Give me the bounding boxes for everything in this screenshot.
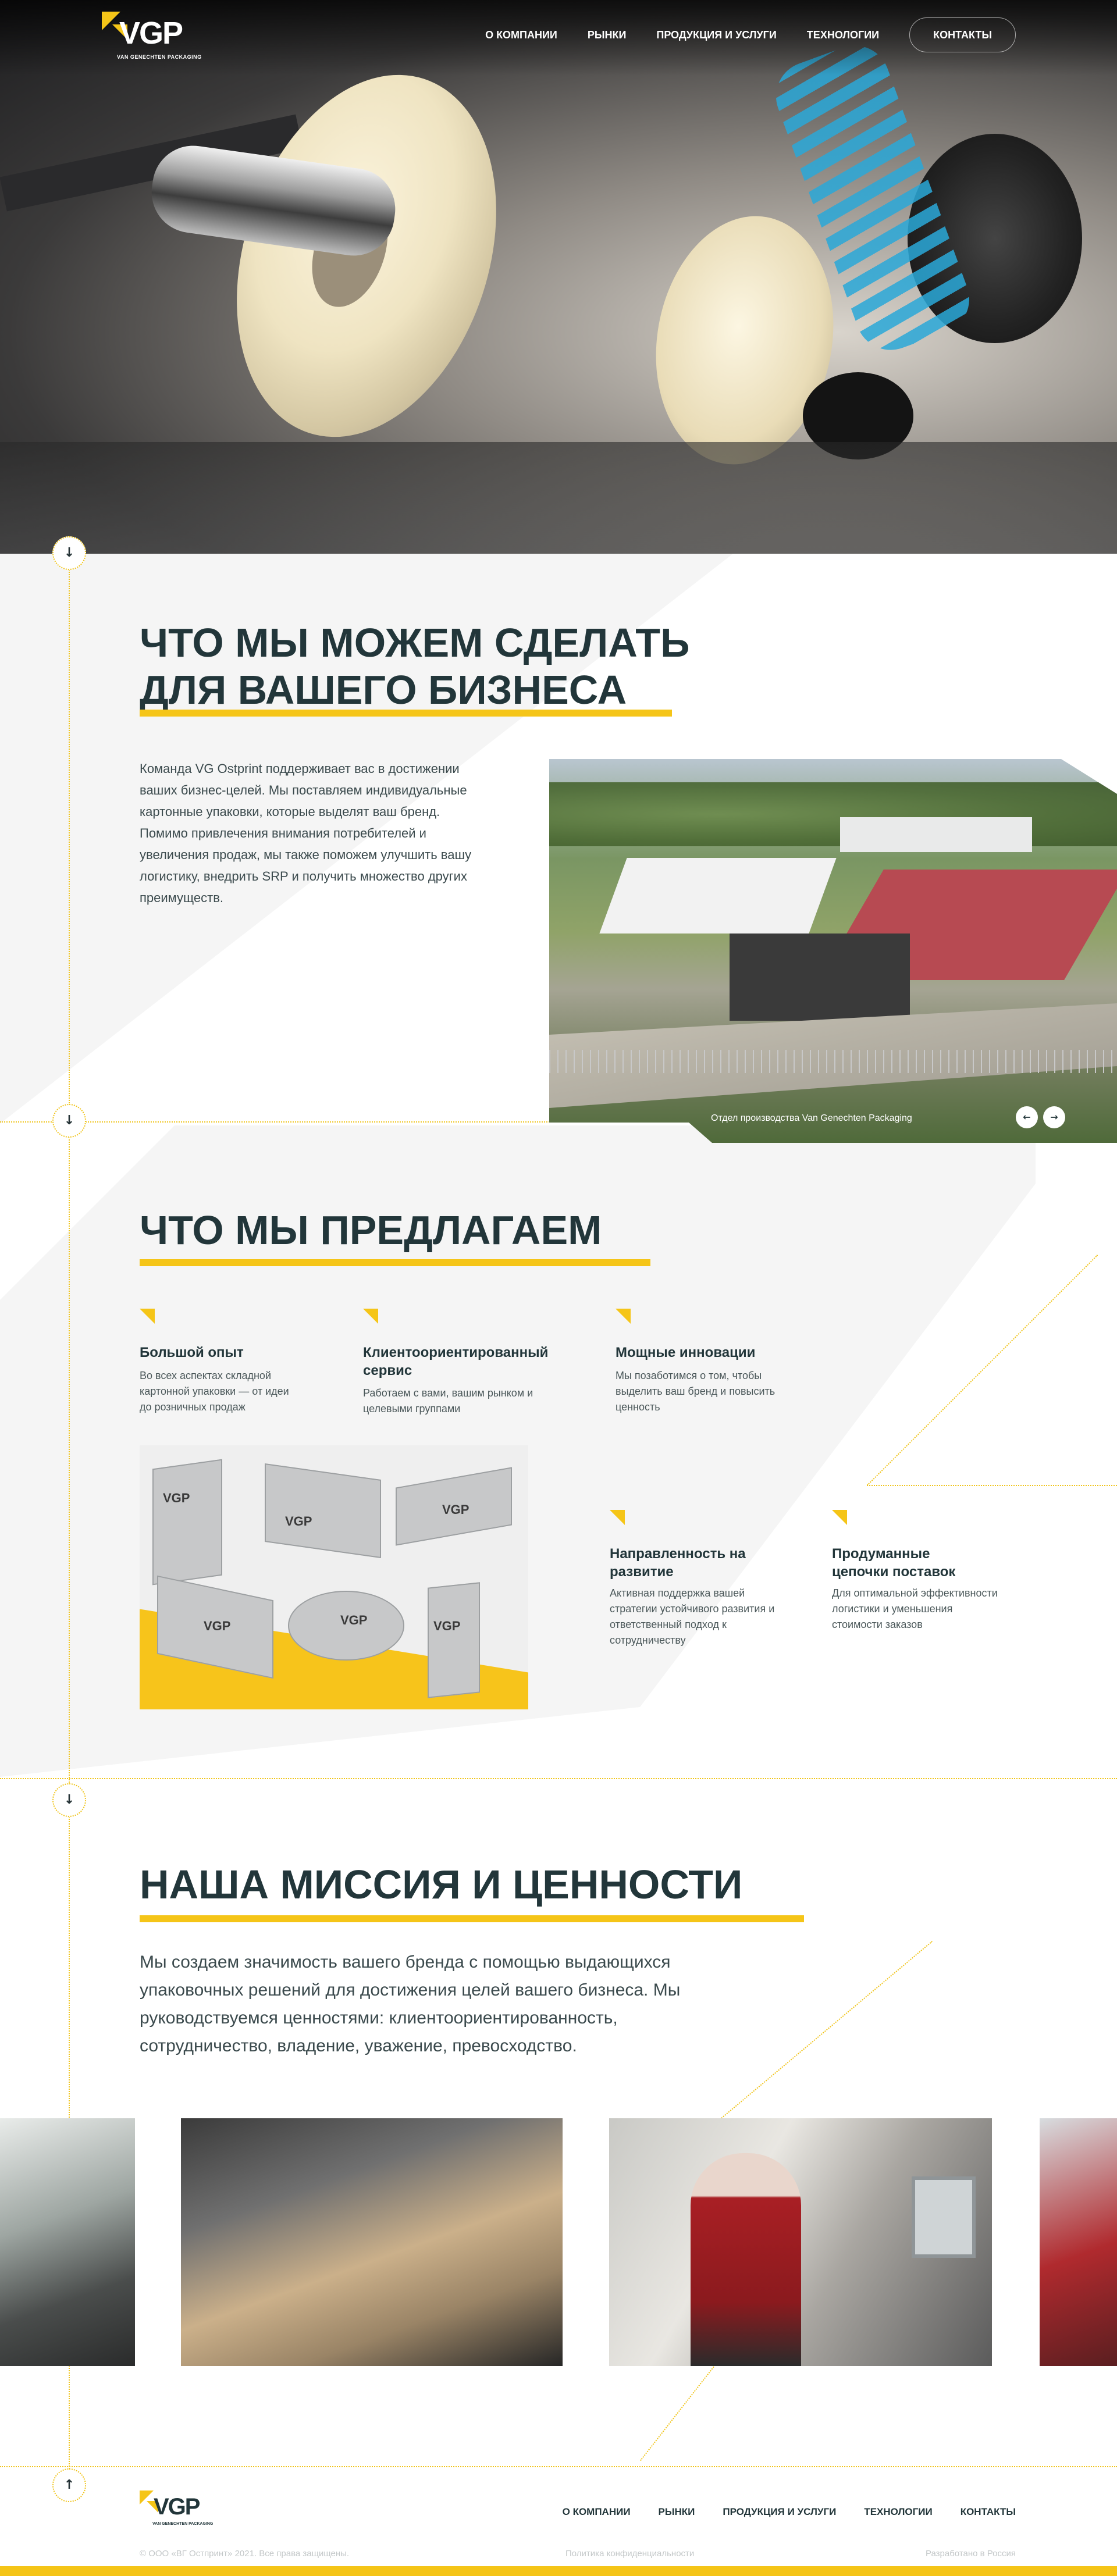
guide-line	[867, 1485, 1117, 1486]
feature-desc: Активная поддержка вашей стратегии устой…	[610, 1587, 775, 1646]
logo-tagline: VAN GENECHTEN PACKAGING	[152, 2522, 214, 2526]
logo-text: VGP	[154, 2494, 200, 2520]
gallery-photo	[181, 2118, 563, 2366]
box-logo: VGP	[433, 1619, 461, 1633]
box-logo: VGP	[163, 1491, 190, 1505]
gallery-photo	[0, 2118, 135, 2366]
arrow-up-icon: ↑	[63, 2478, 75, 2492]
slider-next-button[interactable]: →	[1043, 1106, 1065, 1128]
section-title-offer: Что мы предлагаем	[140, 1207, 602, 1253]
slider-caption: Отдел производства Van Genechten Packagi…	[711, 1113, 912, 1123]
footer-nav-about[interactable]: О компании	[563, 2507, 631, 2517]
title-underline	[140, 710, 672, 717]
footer-nav-technologies[interactable]: Технологии	[864, 2507, 932, 2517]
gallery-photo	[1040, 2118, 1117, 2366]
feature-desc: Во всех аспектах складной картонной упак…	[140, 1370, 289, 1413]
scroll-down-button[interactable]: ↓	[52, 536, 86, 570]
feature-title: Продуманные цепочки поставок	[832, 1546, 956, 1580]
feature-marker	[610, 1510, 625, 1525]
nav-item-technologies[interactable]: Технологии	[807, 30, 879, 40]
feature-title: Клиентоориентированный сервис	[363, 1345, 549, 1378]
feature-desc: Для оптимальной эффективности логистики …	[832, 1587, 998, 1630]
feature-desc: Мы позаботимся о том, чтобы выделить ваш…	[616, 1370, 776, 1413]
nav-item-products[interactable]: Продукция и услуги	[656, 30, 776, 40]
gallery-photo	[609, 2118, 992, 2366]
guide-line	[0, 2466, 1117, 2467]
feature-marker	[832, 1510, 847, 1525]
section-title-line: для вашего бизнеса	[140, 667, 627, 712]
arrow-left-icon: ←	[1023, 1111, 1031, 1123]
arrow-down-icon: ↓	[63, 546, 75, 560]
feature-title: Направленность на развитие	[610, 1546, 746, 1580]
section-title-mission: Наша миссия и ценности	[140, 1862, 743, 1907]
footer-nav-products[interactable]: Продукция и услуги	[723, 2507, 836, 2517]
footer-accent-bar	[0, 2566, 1117, 2576]
footer-nav: О компании Рынки Продукция и услуги Техн…	[535, 2507, 1016, 2517]
arrow-down-icon: ↓	[63, 1113, 75, 1128]
feature-marker	[616, 1309, 631, 1324]
guide-line	[0, 1778, 1117, 1779]
about-text: Команда VG Ostprint поддерживает вас в д…	[140, 761, 472, 905]
nav-item-markets[interactable]: Рынки	[588, 30, 627, 40]
scroll-up-button[interactable]: ↑	[52, 2468, 86, 2502]
title-underline	[140, 1259, 650, 1266]
privacy-link[interactable]: Политика конфиденциальности	[565, 2549, 694, 2558]
arrow-down-icon: ↓	[63, 1793, 75, 1807]
scroll-down-button[interactable]: ↓	[52, 1104, 86, 1138]
footer-logo[interactable]: VGP VAN GENECHTEN PACKAGING	[140, 2488, 221, 2529]
feature-title: Большой опыт	[140, 1345, 244, 1360]
footer-nav-contacts[interactable]: Контакты	[961, 2507, 1016, 2517]
section-title-line: Что мы можем сделать	[140, 620, 690, 665]
feature-title: Мощные инновации	[616, 1345, 756, 1360]
slider-prev-button[interactable]: ←	[1016, 1106, 1038, 1128]
developer-credit[interactable]: Разработано в Россия	[926, 2549, 1016, 2558]
main-nav: О компании Рынки Продукция и услуги Техн…	[455, 17, 1016, 52]
feature-desc: Работаем с вами, вашим рынком и целевыми…	[363, 1387, 533, 1415]
box-logo: VGP	[204, 1619, 231, 1633]
arrow-right-icon: →	[1050, 1111, 1058, 1123]
contact-button[interactable]: Контакты	[909, 17, 1016, 52]
feature-marker	[140, 1309, 155, 1324]
scroll-down-button[interactable]: ↓	[52, 1783, 86, 1817]
feature-marker	[363, 1309, 378, 1324]
footer-nav-markets[interactable]: Рынки	[659, 2507, 695, 2517]
title-underline	[140, 1915, 804, 1922]
box-logo: VGP	[285, 1514, 312, 1529]
factory-photo-slider: Отдел производства Van Genechten Packagi…	[549, 759, 1117, 1143]
section-title-about: Что мы можем сделать для вашего бизнеса	[140, 619, 689, 713]
box-logo: VGP	[442, 1502, 469, 1517]
logo-tagline: VAN GENECHTEN PACKAGING	[117, 54, 202, 60]
logo-text: VGP	[119, 16, 183, 51]
nav-item-about[interactable]: О компании	[485, 30, 557, 40]
packaging-illustration: VGP VGP VGP VGP VGP VGP	[140, 1445, 528, 1709]
header-logo[interactable]: VGP VAN GENECHTEN PACKAGING	[102, 7, 212, 65]
copyright: © ООО «ВГ Остпринт» 2021. Все права защи…	[140, 2549, 350, 2559]
mission-text: Мы создаем значимость вашего бренда с по…	[140, 1953, 681, 2055]
box-logo: VGP	[340, 1613, 368, 1627]
hero-image: VGP VAN GENECHTEN PACKAGING О компании Р…	[0, 0, 1117, 554]
page: VGP VAN GENECHTEN PACKAGING О компании Р…	[0, 0, 1117, 2576]
